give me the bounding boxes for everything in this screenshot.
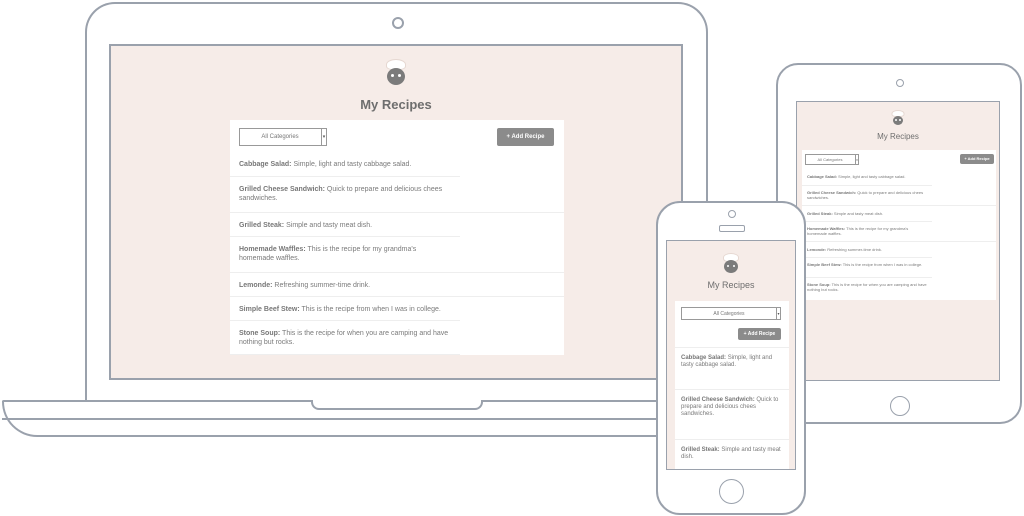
recipe-row[interactable]: Grilled Steak: Simple and tasty meat dis… — [802, 205, 996, 221]
tablet-screen: My Recipes All Categories ▾ + Add Recipe… — [796, 101, 1000, 381]
recipe-row[interactable]: Simple Beef Stew: This is the recipe fro… — [230, 296, 564, 320]
tablet-camera — [896, 79, 904, 87]
page-title: My Recipes — [707, 280, 755, 290]
phone-speaker — [719, 225, 745, 232]
chevron-down-icon: ▾ — [776, 308, 780, 319]
recipe-card: All Categories ▾ + Add Recipe Cabbage Sa… — [230, 120, 564, 355]
chef-icon — [891, 111, 905, 126]
laptop-camera — [392, 17, 404, 29]
category-select-label: All Categories — [261, 134, 299, 140]
recipe-row[interactable]: Cabbage Salad: Simple, light and tasty c… — [230, 152, 564, 176]
tablet-home-button[interactable] — [890, 396, 910, 416]
phone-camera — [728, 210, 736, 218]
recipe-row[interactable]: Grilled Cheese Sandwich: Quick to prepar… — [675, 389, 789, 439]
recipe-row[interactable]: Grilled Steak: Simple and tasty meat dis… — [230, 212, 564, 236]
phone-screen: My Recipes All Categories ▾ + Add Recipe… — [666, 240, 796, 470]
recipe-row[interactable]: Grilled Cheese Sandwich: Quick to prepar… — [802, 185, 932, 205]
laptop-screen: My Recipes All Categories ▾ + Add Recipe… — [109, 44, 683, 380]
chevron-down-icon: ▾ — [321, 129, 326, 145]
app-header: My Recipes — [797, 111, 999, 141]
recipe-row[interactable]: Homemade Waffles: This is the recipe for… — [802, 221, 932, 241]
recipe-row[interactable]: Stone Soup: This is the recipe for when … — [230, 320, 460, 355]
recipe-row[interactable]: Grilled Steak: Simple and tasty meat dis… — [675, 439, 789, 469]
laptop-trackpad-notch — [311, 400, 483, 410]
recipe-card: All Categories ▾ + Add Recipe Cabbage Sa… — [675, 301, 789, 469]
add-recipe-button[interactable]: + Add Recipe — [960, 154, 994, 164]
app-header: My Recipes — [111, 60, 681, 112]
page-title: My Recipes — [360, 97, 432, 112]
category-select[interactable]: All Categories ▾ — [805, 154, 859, 165]
category-select-label: All Categories — [817, 157, 843, 162]
add-recipe-button[interactable]: + Add Recipe — [497, 128, 554, 146]
add-recipe-button[interactable]: + Add Recipe — [738, 328, 781, 340]
app-header: My Recipes — [667, 254, 795, 290]
recipe-card: All Categories ▾ + Add Recipe Cabbage Sa… — [802, 150, 996, 300]
recipe-row[interactable]: Cabbage Salad: Simple, light and tasty c… — [802, 169, 996, 185]
chef-icon — [722, 254, 740, 274]
recipe-row[interactable]: Lemonde: Refreshing summer-time drink. — [802, 241, 996, 257]
category-select[interactable]: All Categories ▾ — [239, 128, 327, 146]
chevron-down-icon: ▾ — [855, 155, 858, 164]
recipe-row[interactable]: Simple Beef Stew: This is the recipe fro… — [802, 257, 932, 277]
page-title: My Recipes — [877, 132, 919, 141]
recipe-row[interactable]: Lemonde: Refreshing summer-time drink. — [230, 272, 564, 296]
category-select-label: All Categories — [713, 311, 745, 317]
recipe-row[interactable]: Homemade Waffles: This is the recipe for… — [230, 236, 460, 272]
phone-home-button[interactable] — [719, 479, 744, 504]
recipe-row[interactable]: Grilled Cheese Sandwich: Quick to prepar… — [230, 176, 460, 212]
chef-icon — [384, 60, 408, 88]
recipe-row[interactable]: Stone Soup: This is the recipe for when … — [802, 277, 932, 300]
category-select[interactable]: All Categories ▾ — [681, 307, 781, 320]
recipe-row[interactable]: Cabbage Salad: Simple, light and tasty c… — [675, 347, 789, 389]
